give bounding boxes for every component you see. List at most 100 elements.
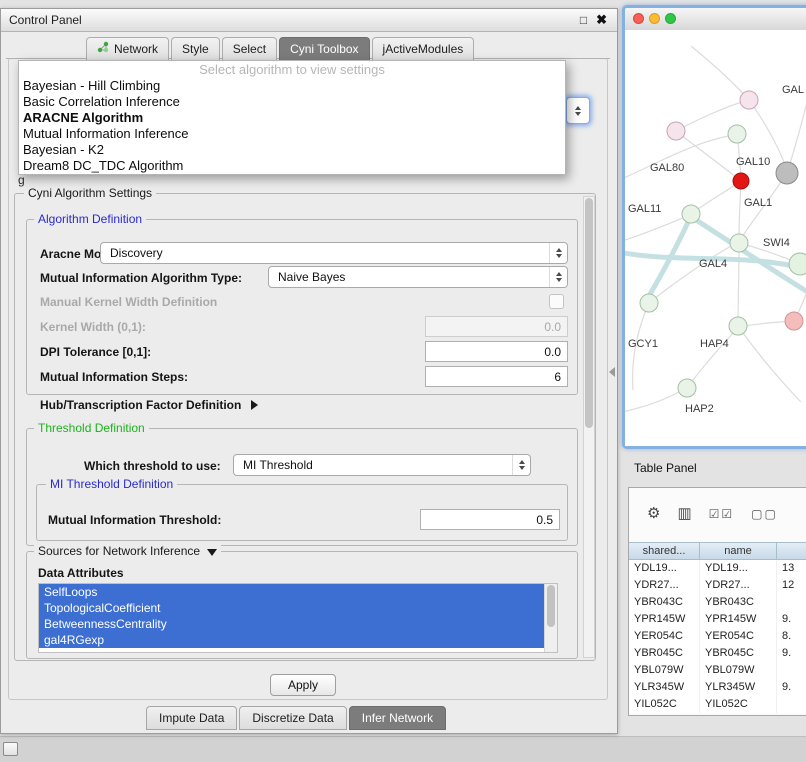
algorithm-option[interactable]: Bayesian - Hill Climbing (19, 78, 565, 94)
network-node[interactable] (678, 379, 696, 397)
table-row[interactable]: YBR043CYBR043C (629, 594, 806, 611)
table-cell: YDL19... (700, 560, 777, 577)
network-edge (691, 46, 749, 100)
algorithm-option[interactable]: Dream8 DC_TDC Algorithm (19, 158, 565, 174)
sources-title[interactable]: Sources for Network Inference (34, 544, 221, 558)
data-attributes-label: Data Attributes (38, 566, 124, 580)
network-view-window: GALGAL80GAL10GAL11GAL1SWI4GAL4GCY1HAP4HA… (622, 5, 806, 449)
gear-icon[interactable]: ⚙ (647, 506, 660, 521)
which-threshold-combo[interactable]: MI Threshold (233, 454, 531, 476)
table-column-header[interactable] (777, 542, 806, 560)
tab-network[interactable]: Network (86, 37, 169, 60)
panel-splitter-handle[interactable] (609, 367, 615, 377)
table-panel-title: Table Panel (634, 461, 697, 475)
table-row[interactable]: YLR345WYLR345W9. (629, 679, 806, 696)
kernel-width-value: 0.0 (544, 320, 561, 334)
network-node[interactable] (789, 253, 806, 275)
network-node[interactable] (682, 205, 700, 223)
table-cell: YPR145W (700, 611, 777, 628)
minimized-panel-icon[interactable] (3, 742, 18, 756)
tab-jactivemodules[interactable]: jActiveModules (372, 37, 475, 60)
network-node[interactable] (729, 317, 747, 335)
tab-cyni-toolbox[interactable]: Cyni Toolbox (279, 37, 369, 60)
table-row[interactable]: YDR27...YDR27...12 (629, 577, 806, 594)
columns-icon[interactable]: ▥ (677, 506, 691, 521)
control-panel-titlebar[interactable]: Control Panel □ ✖ (1, 9, 617, 32)
which-threshold-label: Which threshold to use: (84, 459, 221, 473)
table-header: shared...name (629, 542, 806, 560)
algorithm-option[interactable]: Basic Correlation Inference (19, 94, 565, 110)
settings-scrollbar[interactable] (583, 196, 595, 658)
combo-stepper-icon (512, 455, 530, 475)
network-node[interactable] (640, 294, 658, 312)
algorithm-combo-stepper[interactable] (566, 97, 590, 124)
tab-discretize-data[interactable]: Discretize Data (239, 706, 346, 730)
aracne-mode-combo[interactable]: Discovery (100, 242, 568, 264)
table-row[interactable]: YBL079WYBL079W (629, 662, 806, 679)
network-node[interactable] (785, 312, 803, 330)
tab-impute-data[interactable]: Impute Data (146, 706, 237, 730)
network-node[interactable] (730, 234, 748, 252)
network-node-label: SWI4 (763, 237, 790, 249)
network-edge (676, 131, 737, 178)
table-column-header[interactable]: name (700, 542, 777, 560)
select-all-icon[interactable]: ☑☑ (709, 508, 735, 520)
close-traffic-light[interactable] (633, 13, 644, 24)
algorithm-popup-items: Bayesian - Hill ClimbingBasic Correlatio… (19, 78, 565, 174)
tab-infer-network[interactable]: Infer Network (349, 706, 446, 730)
data-attributes-listbox: SelfLoopsTopologicalCoefficientBetweenne… (38, 583, 558, 653)
manual-kernel-checkbox[interactable] (549, 294, 564, 309)
algorithm-option[interactable]: Bayesian - K2 (19, 142, 565, 158)
kernel-width-field: 0.0 (425, 316, 568, 337)
mi-steps-field[interactable]: 6 (425, 366, 568, 387)
float-window-icon[interactable]: □ (580, 13, 587, 27)
tab-style[interactable]: Style (171, 37, 220, 60)
mi-steps-value: 6 (554, 370, 561, 384)
apply-button[interactable]: Apply (270, 674, 336, 696)
network-node[interactable] (733, 173, 749, 189)
table-row[interactable]: YER054CYER054C8. (629, 628, 806, 645)
mi-type-combo[interactable]: Naive Bayes (268, 266, 568, 288)
network-node[interactable] (776, 162, 798, 184)
hub-definition-toggle[interactable]: Hub/Transcription Factor Definition (40, 398, 258, 412)
table-cell: YBL079W (629, 662, 700, 679)
table-column-header[interactable]: shared... (629, 542, 700, 560)
mi-threshold-value: 0.5 (536, 513, 553, 527)
zoom-traffic-light[interactable] (665, 13, 676, 24)
algorithm-option[interactable]: ARACNE Algorithm (19, 110, 565, 126)
data-attribute-item[interactable]: gal4RGexp (39, 632, 547, 648)
table-cell: YIL052C (700, 696, 777, 713)
table-row[interactable]: YDL19...YDL19...13 (629, 560, 806, 577)
algorithm-option[interactable]: Mutual Information Inference (19, 126, 565, 142)
manual-kernel-label: Manual Kernel Width Definition (40, 295, 217, 309)
table-row[interactable]: YPR145WYPR145W9. (629, 611, 806, 628)
network-edge (625, 388, 687, 412)
scrollbar-thumb[interactable] (547, 585, 555, 627)
table-row[interactable]: YIL052CYIL052C (629, 696, 806, 713)
combo-stepper-icon (549, 243, 567, 263)
network-canvas[interactable]: GALGAL80GAL10GAL11GAL1SWI4GAL4GCY1HAP4HA… (625, 30, 806, 446)
minimize-traffic-light[interactable] (649, 13, 660, 24)
mi-threshold-label: Mutual Information Threshold: (48, 513, 221, 527)
desktop: Control Panel □ ✖ Network Style Select C… (0, 0, 806, 762)
data-attribute-item[interactable]: BetweennessCentrality (39, 616, 547, 632)
data-attribute-item[interactable]: TopologicalCoefficient (39, 600, 547, 616)
network-window-titlebar[interactable] (625, 8, 806, 31)
network-node[interactable] (740, 91, 758, 109)
network-node[interactable] (728, 125, 746, 143)
dpi-tolerance-field[interactable]: 0.0 (425, 341, 568, 362)
network-node-label: GAL1 (744, 197, 772, 209)
stepper-down-icon (575, 112, 581, 116)
deselect-all-icon[interactable]: ▢▢ (751, 508, 778, 520)
table-cell: YLR345W (700, 679, 777, 696)
close-window-icon[interactable]: ✖ (596, 12, 607, 28)
mi-threshold-field[interactable]: 0.5 (420, 509, 560, 530)
cyni-bottom-tabs: Impute Data Discretize Data Infer Networ… (146, 706, 446, 730)
network-node[interactable] (667, 122, 685, 140)
tab-select[interactable]: Select (222, 37, 277, 60)
scrollbar-thumb[interactable] (585, 198, 593, 428)
table-row[interactable]: YBR045CYBR045C9. (629, 645, 806, 662)
data-attribute-item[interactable]: SelfLoops (39, 584, 547, 600)
table-cell: YBR043C (700, 594, 777, 611)
attributes-scrollbar[interactable] (544, 584, 557, 652)
